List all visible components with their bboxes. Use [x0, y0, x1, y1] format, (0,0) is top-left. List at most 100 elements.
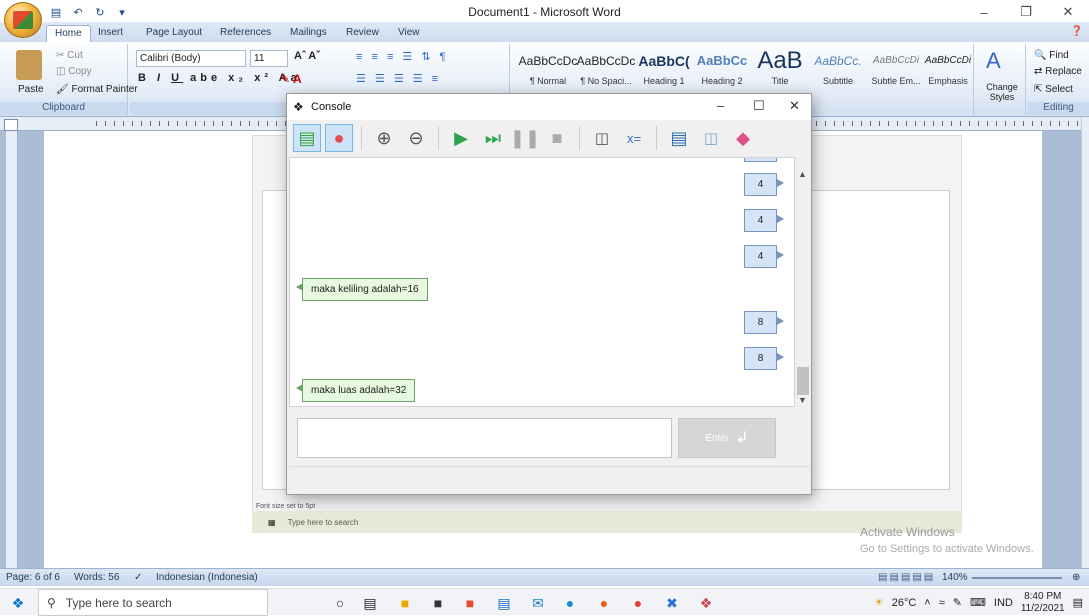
- ruler-tick: [249, 121, 250, 126]
- notepad-icon[interactable]: ▤: [494, 593, 514, 613]
- ruler-tick: [924, 121, 925, 126]
- page-count[interactable]: Page: 6 of 6: [6, 572, 60, 583]
- tab-view[interactable]: View: [390, 25, 428, 42]
- minimize-button[interactable]: –: [963, 0, 1005, 24]
- paste-button[interactable]: Paste: [18, 84, 44, 95]
- font-name-combo[interactable]: Calibri (Body): [136, 50, 246, 67]
- tab-page-layout[interactable]: Page Layout: [138, 25, 210, 42]
- scroll-up-icon[interactable]: ▲: [798, 169, 807, 179]
- expression-icon[interactable]: x=: [620, 124, 648, 152]
- ruler-tick: [978, 121, 979, 126]
- record-button[interactable]: ●: [325, 124, 353, 152]
- zoom-in-button[interactable]: ⊕: [1072, 572, 1080, 583]
- mail-icon[interactable]: ✉: [528, 593, 548, 613]
- step-icon[interactable]: ⏭: [479, 124, 507, 152]
- font-format-buttons[interactable]: B I U abe x₂ x² Aa: [138, 72, 301, 84]
- clear-icon[interactable]: ◆: [729, 124, 757, 152]
- style-emphasis[interactable]: AaBbCcDi Emphasis: [916, 46, 980, 102]
- change-styles-icon[interactable]: A: [986, 48, 1001, 74]
- run-icon[interactable]: ▶: [447, 124, 475, 152]
- console-maximize-button[interactable]: ☐: [753, 98, 765, 114]
- vertical-scrollbar[interactable]: [1081, 117, 1089, 568]
- copy-icon[interactable]: ◫: [697, 124, 725, 152]
- zoom-out-icon[interactable]: ⊖: [402, 124, 430, 152]
- find-button[interactable]: 🔍 Find: [1034, 50, 1069, 61]
- notification-icon[interactable]: ▤: [1073, 596, 1083, 609]
- paste-icon[interactable]: [16, 50, 42, 80]
- console-scroll-thumb[interactable]: [797, 367, 809, 395]
- ruler-tick: [159, 121, 160, 126]
- close-button[interactable]: ✕: [1047, 0, 1089, 24]
- office-icon[interactable]: ■: [460, 593, 480, 613]
- tab-mailings[interactable]: Mailings: [282, 25, 335, 42]
- console-minimize-button[interactable]: –: [717, 98, 724, 113]
- grow-font-button[interactable]: Aˆ Aˇ: [294, 50, 320, 62]
- style-subtitle[interactable]: AaBbCc. Subtitle: [806, 46, 870, 102]
- weather-icon[interactable]: ☀: [874, 596, 884, 609]
- undo-icon[interactable]: ↶: [70, 4, 86, 20]
- console-input-field[interactable]: [297, 418, 672, 458]
- console-close-button[interactable]: ✕: [789, 98, 800, 114]
- paragraph-list-buttons[interactable]: ≡ ≡ ≡ ☰ ⇅ ¶: [356, 50, 449, 63]
- pen-icon[interactable]: ✎: [953, 596, 962, 609]
- console-scrollbar[interactable]: ▲ ▼: [795, 157, 811, 407]
- help-icon[interactable]: ❓: [1071, 26, 1083, 37]
- zoom-level[interactable]: 140%: [942, 572, 968, 583]
- language-indicator[interactable]: Indonesian (Indonesia): [156, 572, 258, 583]
- copy-button[interactable]: ◫ Copy: [56, 66, 92, 77]
- tab-review[interactable]: Review: [338, 25, 387, 42]
- flowgorithm-icon[interactable]: ❖: [696, 593, 716, 613]
- replace-button[interactable]: ⇄ Replace: [1034, 66, 1082, 77]
- console-title-bar: ❖ Console – ☐ ✕: [287, 94, 811, 120]
- format-painter-button[interactable]: 🖌 Format Painter: [56, 84, 138, 95]
- variables-icon[interactable]: ◫: [588, 124, 616, 152]
- keyboard-icon[interactable]: ⌨: [970, 596, 986, 609]
- ruler-tick: [258, 121, 259, 126]
- customize-qat-icon[interactable]: ▾: [114, 4, 130, 20]
- clock[interactable]: 8:40 PM 11/2/2021: [1021, 591, 1065, 615]
- language-indicator[interactable]: IND: [994, 597, 1013, 609]
- weather-temp[interactable]: 26°C: [892, 597, 917, 609]
- start-icon[interactable]: ❖: [8, 593, 28, 613]
- pause-icon[interactable]: ❚❚: [510, 124, 540, 152]
- zoom-slider[interactable]: [972, 577, 1062, 579]
- edge-icon[interactable]: ●: [560, 593, 580, 613]
- clock-time: 8:40 PM: [1024, 590, 1062, 602]
- cortana-icon[interactable]: ○: [330, 593, 350, 613]
- font-color-button[interactable]: ✎ A: [280, 72, 302, 86]
- restore-button[interactable]: ❐: [1005, 0, 1047, 24]
- scroll-down-icon[interactable]: ▼: [798, 395, 807, 405]
- tab-references[interactable]: References: [212, 25, 279, 42]
- select-button[interactable]: ⇱ Select: [1034, 84, 1073, 95]
- tray-chevron-icon[interactable]: ˄: [924, 597, 930, 609]
- console-output[interactable]: 4 4 4 maka keliling adalah=16 8 8 maka l…: [289, 157, 795, 407]
- enter-button[interactable]: Enter ↲: [678, 418, 776, 458]
- office-logo-icon: [13, 11, 33, 29]
- vscode-icon[interactable]: ✖: [662, 593, 682, 613]
- task-view-icon[interactable]: ▤: [360, 593, 380, 613]
- toggle-view-button[interactable]: ▤: [293, 124, 321, 152]
- ruler-tick: [834, 121, 835, 126]
- save-icon[interactable]: ▤: [665, 124, 693, 152]
- font-size-combo[interactable]: 11: [250, 50, 288, 67]
- word-count[interactable]: Words: 56: [74, 572, 119, 583]
- tab-insert[interactable]: Insert: [90, 25, 131, 42]
- tab-selector-button[interactable]: [4, 119, 18, 131]
- office-button[interactable]: [4, 2, 42, 38]
- file-explorer-icon[interactable]: ■: [395, 593, 415, 613]
- tab-home[interactable]: Home: [46, 25, 91, 42]
- zoom-in-icon[interactable]: ⊕: [370, 124, 398, 152]
- network-icon[interactable]: ≈: [939, 597, 945, 609]
- chrome-icon[interactable]: ●: [628, 593, 648, 613]
- taskbar-search[interactable]: ⚲ Type here to search: [38, 589, 268, 616]
- redo-icon[interactable]: ↻: [92, 4, 108, 20]
- firefox-icon[interactable]: ●: [594, 593, 614, 613]
- cut-button[interactable]: ✂ Cut: [56, 50, 83, 61]
- view-buttons[interactable]: ▤▤▤▤▤: [878, 572, 935, 583]
- save-icon[interactable]: ▤: [48, 4, 64, 20]
- store-icon[interactable]: ■: [428, 593, 448, 613]
- change-styles-button[interactable]: Change Styles: [980, 82, 1024, 102]
- proofing-icon[interactable]: ✓: [134, 572, 142, 583]
- paragraph-align-buttons[interactable]: ☰ ☰ ☰ ☰ ≡: [356, 72, 441, 85]
- stop-icon[interactable]: ■: [543, 124, 571, 152]
